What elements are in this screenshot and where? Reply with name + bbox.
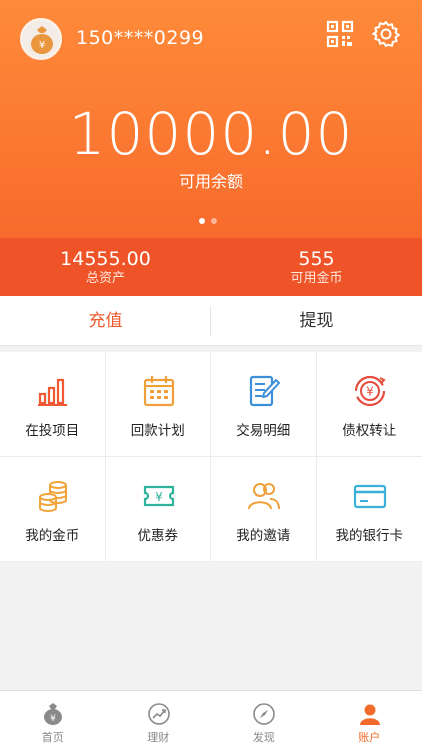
total-assets-label: 总资产 — [85, 271, 125, 286]
grid-item-investing-projects[interactable]: 在投项目 — [0, 352, 106, 457]
tab-finance[interactable]: 理财 — [106, 691, 212, 750]
grid-item-label: 在投项目 — [25, 423, 80, 439]
recharge-button[interactable]: 充值 — [0, 296, 211, 346]
tab-account[interactable]: 账户 — [317, 691, 422, 750]
available-coins[interactable]: 555 可用金币 — [211, 247, 422, 287]
grid-item-label: 我的邀请 — [236, 528, 291, 544]
bottom-tab-bar: ¥ 首页 理财 发现 账户 — [0, 690, 422, 750]
total-assets[interactable]: 14555.00 总资产 — [0, 247, 211, 287]
user-phone: 150****0299 — [76, 27, 205, 49]
available-coins-value: 555 — [298, 248, 335, 270]
money-bag-icon: ¥ — [31, 26, 53, 54]
person-icon — [359, 704, 380, 725]
tab-label: 首页 — [41, 731, 64, 744]
grid-item-repayment-plan[interactable]: 回款计划 — [105, 352, 211, 457]
svg-text:¥: ¥ — [39, 40, 45, 51]
grid-item-label: 交易明细 — [236, 423, 291, 439]
document-edit-icon — [249, 375, 280, 407]
chart-up-icon — [147, 703, 170, 725]
calendar-icon — [143, 376, 174, 407]
account-header: ¥ 150****0299 10000.00 可用余额 — [0, 0, 422, 238]
carousel-indicator[interactable] — [199, 209, 223, 228]
grid-item-label: 回款计划 — [130, 423, 185, 439]
carousel-dot-active — [199, 218, 205, 224]
tab-label: 账户 — [358, 731, 381, 744]
compass-icon — [253, 703, 275, 725]
grid-item-coupons[interactable]: ¥ 优惠券 — [105, 457, 211, 562]
gear-icon[interactable] — [371, 19, 401, 49]
asset-stats: 14555.00 总资产 555 可用金币 — [0, 238, 422, 296]
grid-item-label: 优惠券 — [137, 528, 179, 544]
money-bag-icon: ¥ — [44, 703, 62, 725]
avatar[interactable]: ¥ — [20, 18, 62, 60]
available-balance: 10000.00 — [68, 100, 354, 168]
svg-text:¥: ¥ — [366, 385, 374, 399]
svg-text:¥: ¥ — [50, 714, 56, 724]
tab-discover[interactable]: 发现 — [211, 691, 317, 750]
withdraw-button[interactable]: 提现 — [211, 296, 422, 346]
function-grid: 在投项目 回款计划 交易明细 ¥ 债权转让 我的金币 ¥ 优惠券 我的邀请 我的… — [0, 352, 422, 562]
bar-chart-icon — [38, 378, 67, 406]
grid-item-transaction-details[interactable]: 交易明细 — [211, 352, 317, 457]
svg-text:¥: ¥ — [155, 490, 163, 504]
grid-item-label: 债权转让 — [342, 423, 397, 439]
yuan-transfer-icon: ¥ — [354, 375, 386, 407]
grid-item-bank-cards[interactable]: 我的银行卡 — [316, 457, 422, 562]
total-assets-value: 14555.00 — [60, 248, 151, 270]
coupon-icon: ¥ — [143, 485, 174, 507]
grid-item-my-invitations[interactable]: 我的邀请 — [211, 457, 317, 562]
tab-label: 发现 — [252, 731, 275, 744]
grid-item-label: 我的银行卡 — [335, 528, 404, 544]
tab-label: 理财 — [147, 731, 170, 744]
grid-item-label: 我的金币 — [25, 528, 80, 544]
users-icon — [248, 483, 280, 510]
tab-home[interactable]: ¥ 首页 — [0, 691, 106, 750]
grid-item-debt-transfer[interactable]: ¥ 债权转让 — [316, 352, 422, 457]
fund-actions: 充值 提现 — [0, 296, 422, 346]
bank-card-icon — [353, 484, 386, 509]
available-coins-label: 可用金币 — [290, 271, 343, 286]
coins-icon — [39, 481, 67, 512]
grid-item-my-coins[interactable]: 我的金币 — [0, 457, 106, 562]
available-balance-label: 可用余额 — [178, 172, 243, 191]
qr-code-icon[interactable] — [326, 20, 354, 48]
carousel-dot — [211, 218, 217, 224]
